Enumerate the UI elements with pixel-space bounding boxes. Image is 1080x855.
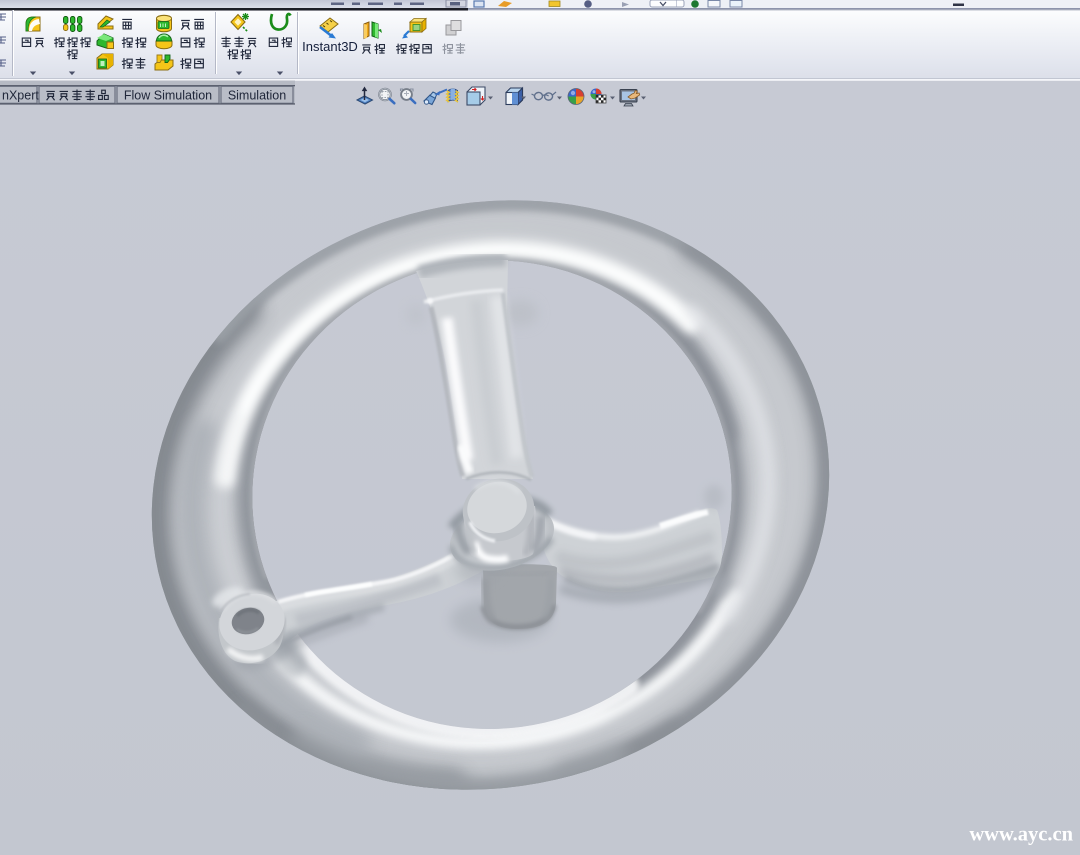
svg-text:Flow Simulation: Flow Simulation (124, 89, 212, 103)
svg-text:Instant3D: Instant3D (302, 39, 358, 54)
svg-text:www.ayc.cn: www.ayc.cn (969, 824, 1073, 846)
svg-text:Simulation: Simulation (228, 89, 286, 103)
svg-text:nXpert: nXpert (2, 89, 39, 103)
